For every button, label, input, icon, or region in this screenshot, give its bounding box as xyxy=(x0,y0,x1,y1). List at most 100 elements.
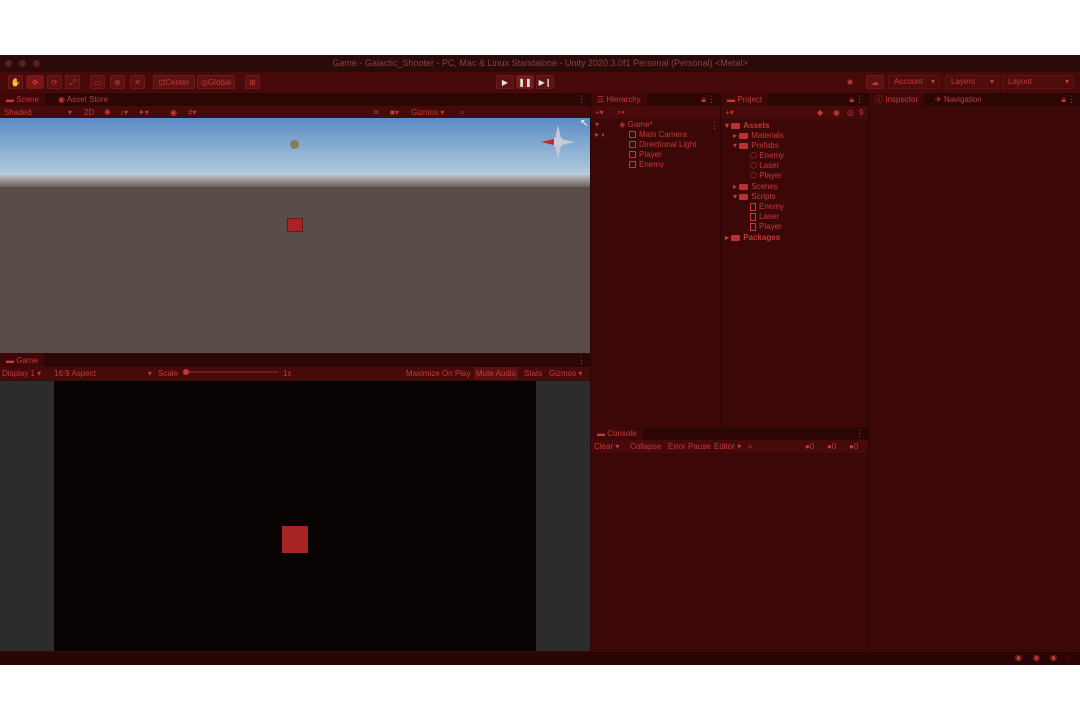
tab-navigation[interactable]: ✈ Navigation xyxy=(929,93,988,106)
tab-hierarchy[interactable]: ☰ Hierarchy xyxy=(591,93,647,106)
hierarchy-scene-row[interactable]: ▾ ◈ Game* xyxy=(595,120,653,130)
project-assets-folder[interactable]: ▾ Assets xyxy=(725,121,770,131)
hand-tool-button[interactable]: ✋ xyxy=(8,75,23,89)
window-title: Game - Galactic_Shooter - PC, Mac & Linu… xyxy=(332,58,748,68)
scene-player-cube[interactable] xyxy=(287,218,303,232)
lock-icon[interactable]: 🔒︎ xyxy=(849,93,854,106)
scene-viewport[interactable]: ↖ xyxy=(0,118,590,353)
log-error-toggle[interactable]: ●0 xyxy=(849,440,858,453)
hierarchy-item[interactable]: Enemy xyxy=(629,160,664,170)
gameobject-icon xyxy=(629,141,636,149)
tab-inspector[interactable]: ⓘ Inspector xyxy=(869,93,925,106)
game-viewport[interactable] xyxy=(0,381,590,651)
tab-project[interactable]: ▬ Project xyxy=(721,93,769,106)
inspector-panel: ⓘ Inspector ✈ Navigation 🔒︎ ⋮ xyxy=(869,93,1080,652)
mouse-cursor-icon: ↖ xyxy=(580,118,589,129)
project-tree-item[interactable]: ⬡ Enemy xyxy=(750,151,784,161)
folder-icon xyxy=(731,234,741,241)
hierarchy-item[interactable]: Directional Light xyxy=(629,140,696,150)
project-packages-folder[interactable]: ▸ Packages xyxy=(725,233,780,243)
scene-orientation-gizmo[interactable] xyxy=(536,120,580,164)
chevron-down-icon: ▾ xyxy=(147,369,152,378)
tab-console[interactable]: ▬ Console xyxy=(591,427,643,440)
collapse-toggle[interactable]: Collapse xyxy=(630,440,661,453)
aspect-dropdown[interactable]: 16:9 Aspect ▾ xyxy=(54,367,152,380)
hierarchy-tab-bar: ☰ Hierarchy 🔒︎ ⋮ xyxy=(591,93,720,106)
cache-server-icon[interactable]: ◉ xyxy=(1033,653,1040,662)
pivot-center-toggle[interactable]: ⊡Center xyxy=(153,75,195,89)
move-tool-button[interactable]: ✥ xyxy=(26,75,44,89)
error-pause-toggle[interactable]: Error Pause xyxy=(668,440,711,453)
search-icon[interactable]: ⌕ xyxy=(748,440,752,453)
tab-scene[interactable]: ▬ Scene xyxy=(0,93,45,106)
pause-button[interactable]: ❚❚ xyxy=(516,75,534,89)
clear-dropdown[interactable]: Clear ▾ xyxy=(594,440,619,453)
game-gizmos-dropdown[interactable]: Gizmos ▾ xyxy=(549,367,582,380)
layers-dropdown[interactable]: Layers ▾ xyxy=(945,75,999,89)
tab-asset-store[interactable]: ◉ Asset Store xyxy=(52,93,114,106)
layout-dropdown[interactable]: Layout ▾ xyxy=(1002,75,1074,89)
project-tree-item[interactable]: ▾ Prefabs xyxy=(733,141,779,151)
editor-dropdown[interactable]: Editor ▾ xyxy=(714,440,741,453)
account-dropdown[interactable]: Account ▾ xyxy=(888,75,940,89)
debug-mode-icon[interactable]: ◉ xyxy=(1015,653,1022,662)
lock-icon[interactable]: 🔒︎ xyxy=(1061,93,1066,106)
rect-tool-button[interactable]: ▭ xyxy=(90,75,105,89)
hierarchy-item-label: Player xyxy=(639,150,662,159)
search-icon[interactable]: ⌕▾ xyxy=(617,106,625,119)
panel-menu-icon[interactable]: ⋮ xyxy=(1067,93,1076,106)
transform-tool-button[interactable]: ⊕ xyxy=(110,75,125,89)
hierarchy-item[interactable]: Main Camera xyxy=(629,130,687,140)
scene-ground xyxy=(0,180,590,353)
project-tree-item[interactable]: ⬡ Laser xyxy=(750,161,779,171)
hierarchy-item[interactable]: Player xyxy=(629,150,662,160)
display-dropdown[interactable]: Display 1 ▾ xyxy=(2,367,41,380)
scale-tool-button[interactable]: ⤢ xyxy=(65,75,80,89)
rotate-tool-button[interactable]: ⟳ xyxy=(47,75,62,89)
lock-icon[interactable]: 🔒︎ xyxy=(701,93,706,106)
layers-label: Layers xyxy=(951,77,976,86)
mute-audio-toggle[interactable]: Mute Audio xyxy=(474,367,519,380)
scale-slider[interactable] xyxy=(184,371,278,373)
project-tree-item[interactable]: Enemy xyxy=(750,202,784,212)
prefab-icon: ⬡ xyxy=(750,161,760,170)
directional-light-gizmo[interactable] xyxy=(290,140,299,149)
create-asset-button[interactable]: +▾ xyxy=(725,106,734,119)
scene-menu-icon[interactable]: ⋮ xyxy=(710,120,719,131)
progress-icon[interactable]: ◉ xyxy=(1050,653,1057,662)
hierarchy-scene-name: Game* xyxy=(627,120,653,129)
maximize-on-play-toggle[interactable]: Maximize On Play xyxy=(406,367,470,380)
panel-menu-icon[interactable]: ⋮ xyxy=(577,93,586,106)
filter-label-icon[interactable]: ◉ xyxy=(833,106,840,119)
scale-slider-handle[interactable] xyxy=(183,369,189,375)
add-object-button[interactable]: +▾ xyxy=(595,106,604,119)
console-tab-bar: ▬ Console ⋮ xyxy=(591,427,868,440)
panel-menu-icon[interactable]: ⋮ xyxy=(577,354,586,367)
project-tree-item[interactable]: ▾ Scripts xyxy=(733,192,776,202)
collab-button[interactable]: ✺ xyxy=(842,75,858,89)
pivot-global-toggle[interactable]: ◎Global xyxy=(197,75,235,89)
hidden-packages-icon[interactable]: ◎ xyxy=(847,106,854,119)
project-tree-item[interactable]: ▸ Scenes xyxy=(733,182,778,192)
custom-tool-button[interactable]: ✕ xyxy=(130,75,145,89)
log-info-toggle[interactable]: ●0 xyxy=(805,440,814,453)
auto-generate-lighting-icon[interactable]: ◌ xyxy=(1066,653,1071,662)
panel-menu-icon[interactable]: ⋮ xyxy=(855,93,864,106)
snap-settings-button[interactable]: ⊞ xyxy=(245,75,260,89)
filter-type-icon[interactable]: ◆ xyxy=(817,106,823,119)
panel-menu-icon[interactable]: ⋮ xyxy=(707,93,716,106)
cloud-icon: ☁ xyxy=(871,78,879,87)
chevron-down-icon: ▾ xyxy=(1064,77,1069,86)
cloud-services-button[interactable]: ☁ xyxy=(866,75,884,89)
project-tree-label: Laser xyxy=(759,161,780,170)
project-tree-item[interactable]: Laser xyxy=(750,212,779,222)
step-button[interactable]: ▶❙ xyxy=(536,75,554,89)
project-tree-item[interactable]: Player xyxy=(750,222,782,232)
project-tree-item[interactable]: ⬡ Player xyxy=(750,171,782,181)
stats-toggle[interactable]: Stats xyxy=(524,367,542,380)
log-warning-toggle[interactable]: ●0 xyxy=(827,440,836,453)
play-button[interactable]: ▶ xyxy=(496,75,514,89)
panel-menu-icon[interactable]: ⋮ xyxy=(855,427,864,440)
project-tree-item[interactable]: ▸ Materials xyxy=(733,131,784,141)
tab-game[interactable]: ▬ Game xyxy=(0,354,45,367)
